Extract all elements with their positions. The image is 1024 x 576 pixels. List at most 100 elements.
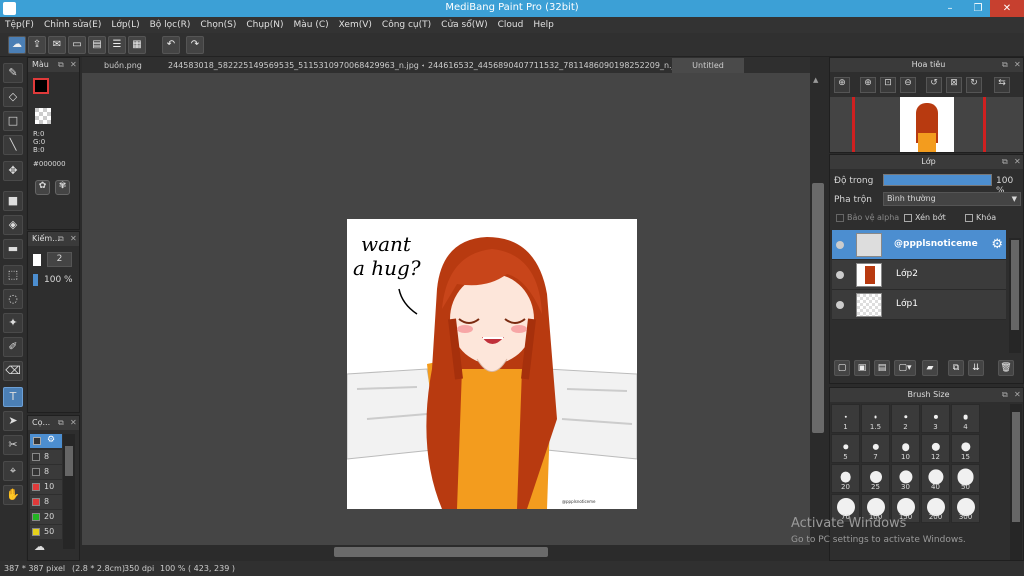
popout-icon[interactable]: ⧉ bbox=[1002, 58, 1008, 72]
color-picker-icon[interactable]: ✾ bbox=[55, 180, 70, 195]
close-button[interactable]: ✕ bbox=[990, 0, 1024, 17]
brush-size-option[interactable]: 40 bbox=[921, 464, 950, 493]
palette-item[interactable]: 20 bbox=[30, 510, 62, 524]
flip-icon[interactable]: ⇆ bbox=[994, 77, 1010, 93]
navigator-preview[interactable] bbox=[830, 97, 1023, 152]
brush-size-option[interactable]: 25 bbox=[861, 464, 890, 493]
menu-cloud[interactable]: Cloud bbox=[493, 20, 529, 30]
fit-icon[interactable]: ⊡ bbox=[880, 77, 896, 93]
merge-layer-icon[interactable]: ⇊ bbox=[968, 360, 984, 376]
tab-image-1[interactable]: 244583018_582225149569535_51153109700684… bbox=[164, 58, 424, 73]
brush-size-scrollbar[interactable] bbox=[1010, 404, 1022, 560]
popout-icon[interactable]: ⧉ bbox=[58, 232, 64, 246]
visibility-icon[interactable] bbox=[836, 301, 844, 309]
brush-tool-icon[interactable]: ✎ bbox=[3, 63, 23, 83]
brush-size-option[interactable]: 1.5 bbox=[861, 404, 890, 433]
brush-size-option[interactable]: 12 bbox=[921, 434, 950, 463]
zoom-in-icon[interactable]: ⊕ bbox=[834, 77, 850, 93]
menu-color[interactable]: Màu (C) bbox=[289, 20, 334, 30]
add-layer-dropdown-icon[interactable]: ▢▾ bbox=[894, 360, 916, 376]
menu-layer[interactable]: Lớp(L) bbox=[106, 20, 144, 30]
brush-size-option[interactable]: 4 bbox=[951, 404, 980, 433]
palette-item[interactable]: 8 bbox=[30, 465, 62, 479]
layer-row[interactable]: Lớp1 bbox=[832, 290, 1006, 320]
palette-icon[interactable]: ✿ bbox=[35, 180, 50, 195]
duplicate-layer-icon[interactable]: ⧉ bbox=[948, 360, 964, 376]
menu-capture[interactable]: Chụp(N) bbox=[241, 20, 288, 30]
zoom-out-icon[interactable]: ⊖ bbox=[900, 77, 916, 93]
reset-view-icon[interactable]: ⊠ bbox=[946, 77, 962, 93]
menu-tools[interactable]: Công cụ(T) bbox=[377, 20, 436, 30]
menu-filter[interactable]: Bộ lọc(R) bbox=[145, 20, 196, 30]
brush-size-option[interactable]: 300 bbox=[951, 494, 980, 523]
magic-wand-icon[interactable]: ✦ bbox=[3, 313, 23, 333]
blend-mode-select[interactable]: Bình thường ▼ bbox=[883, 192, 1021, 206]
redo-icon[interactable]: ↷ bbox=[186, 36, 204, 54]
undo-icon[interactable]: ↶ bbox=[162, 36, 180, 54]
brush-size-option[interactable]: 7 bbox=[861, 434, 890, 463]
menu-file[interactable]: Tệp(F) bbox=[0, 20, 39, 30]
brush-size-option[interactable]: 10 bbox=[891, 434, 920, 463]
divide-tool-icon[interactable]: ✂ bbox=[3, 435, 23, 455]
close-icon[interactable]: ✕ bbox=[70, 58, 77, 72]
popout-icon[interactable]: ⧉ bbox=[1002, 155, 1008, 169]
document-canvas[interactable]: want a hug? @ppplsnoticeme bbox=[347, 219, 637, 509]
palette-scrollbar[interactable] bbox=[63, 434, 75, 549]
vertical-scrollbar[interactable]: ▲ bbox=[810, 73, 827, 545]
eraser-tool-icon[interactable]: ◇ bbox=[3, 87, 23, 107]
message-icon[interactable]: ▭ bbox=[68, 36, 86, 54]
select-rect-icon[interactable]: ⬚ bbox=[3, 265, 23, 285]
protect-alpha-checkbox[interactable]: Bảo vệ alpha bbox=[836, 213, 899, 222]
minimize-button[interactable]: – bbox=[936, 0, 964, 17]
rotate-left-icon[interactable]: ↺ bbox=[926, 77, 942, 93]
brush-size-option[interactable]: 1 bbox=[831, 404, 860, 433]
text-tool-icon[interactable]: T bbox=[3, 387, 23, 407]
brush-size-option[interactable]: 20 bbox=[831, 464, 860, 493]
eyedropper-icon[interactable]: ⌖ bbox=[3, 461, 23, 481]
cloud-icon[interactable]: ☁ bbox=[8, 36, 26, 54]
transparent-color[interactable] bbox=[35, 108, 51, 124]
brush-size-option[interactable]: 5 bbox=[831, 434, 860, 463]
close-icon[interactable]: ✕ bbox=[1014, 155, 1021, 169]
menu-edit[interactable]: Chỉnh sửa(E) bbox=[39, 20, 106, 30]
fill-rect-tool-icon[interactable]: ■ bbox=[3, 191, 23, 211]
close-icon[interactable]: ✕ bbox=[70, 416, 77, 430]
hand-tool-icon[interactable]: ✋ bbox=[3, 485, 23, 505]
maximize-button[interactable]: ❐ bbox=[964, 0, 992, 17]
tab-buon[interactable]: buồn.png bbox=[100, 58, 170, 73]
close-icon[interactable]: ✕ bbox=[70, 232, 77, 246]
tab-untitled[interactable]: Untitled bbox=[672, 58, 744, 73]
new-8bit-layer-icon[interactable]: ▤ bbox=[874, 360, 890, 376]
brush-size-option[interactable]: 3 bbox=[921, 404, 950, 433]
clipping-checkbox[interactable]: Xén bớt bbox=[904, 213, 946, 222]
popout-icon[interactable]: ⧉ bbox=[58, 416, 64, 430]
menu-view[interactable]: Xem(V) bbox=[334, 20, 377, 30]
bucket-tool-icon[interactable]: ◈ bbox=[3, 215, 23, 235]
list-icon[interactable]: ☰ bbox=[108, 36, 126, 54]
select-pen-icon[interactable]: ✐ bbox=[3, 337, 23, 357]
visibility-icon[interactable] bbox=[836, 271, 844, 279]
folder-icon[interactable]: ▰ bbox=[922, 360, 938, 376]
horizontal-scrollbar[interactable] bbox=[82, 545, 810, 559]
zoom-in-alt-icon[interactable]: ⊕ bbox=[860, 77, 876, 93]
palette-item[interactable]: 8 bbox=[30, 495, 62, 509]
layer-row[interactable]: @ppplsnoticeme ⚙ bbox=[832, 230, 1006, 260]
line-tool-icon[interactable]: ╲ bbox=[3, 135, 23, 155]
layer-settings-gear-icon[interactable]: ⚙ bbox=[991, 237, 1003, 252]
grid-icon[interactable]: ▦ bbox=[128, 36, 146, 54]
brush-size-field[interactable]: 2 bbox=[47, 252, 72, 267]
page-icon[interactable]: ▤ bbox=[88, 36, 106, 54]
visibility-icon[interactable] bbox=[836, 241, 844, 249]
popout-icon[interactable]: ⧉ bbox=[1002, 388, 1008, 402]
layer-scrollbar[interactable] bbox=[1009, 238, 1021, 353]
popout-icon[interactable]: ⧉ bbox=[58, 58, 64, 72]
comment-icon[interactable]: ✉ bbox=[48, 36, 66, 54]
dot-tool-icon[interactable]: □ bbox=[3, 111, 23, 131]
menu-select[interactable]: Chọn(S) bbox=[195, 20, 241, 30]
lasso-icon[interactable]: ◌ bbox=[3, 289, 23, 309]
layer-row[interactable]: Lớp2 bbox=[832, 260, 1006, 290]
close-icon[interactable]: ✕ bbox=[1014, 58, 1021, 72]
palette-header-item[interactable]: ⚙ bbox=[30, 434, 62, 448]
select-eraser-icon[interactable]: ⌫ bbox=[3, 361, 23, 381]
horizontal-scroll-thumb[interactable] bbox=[334, 547, 548, 557]
